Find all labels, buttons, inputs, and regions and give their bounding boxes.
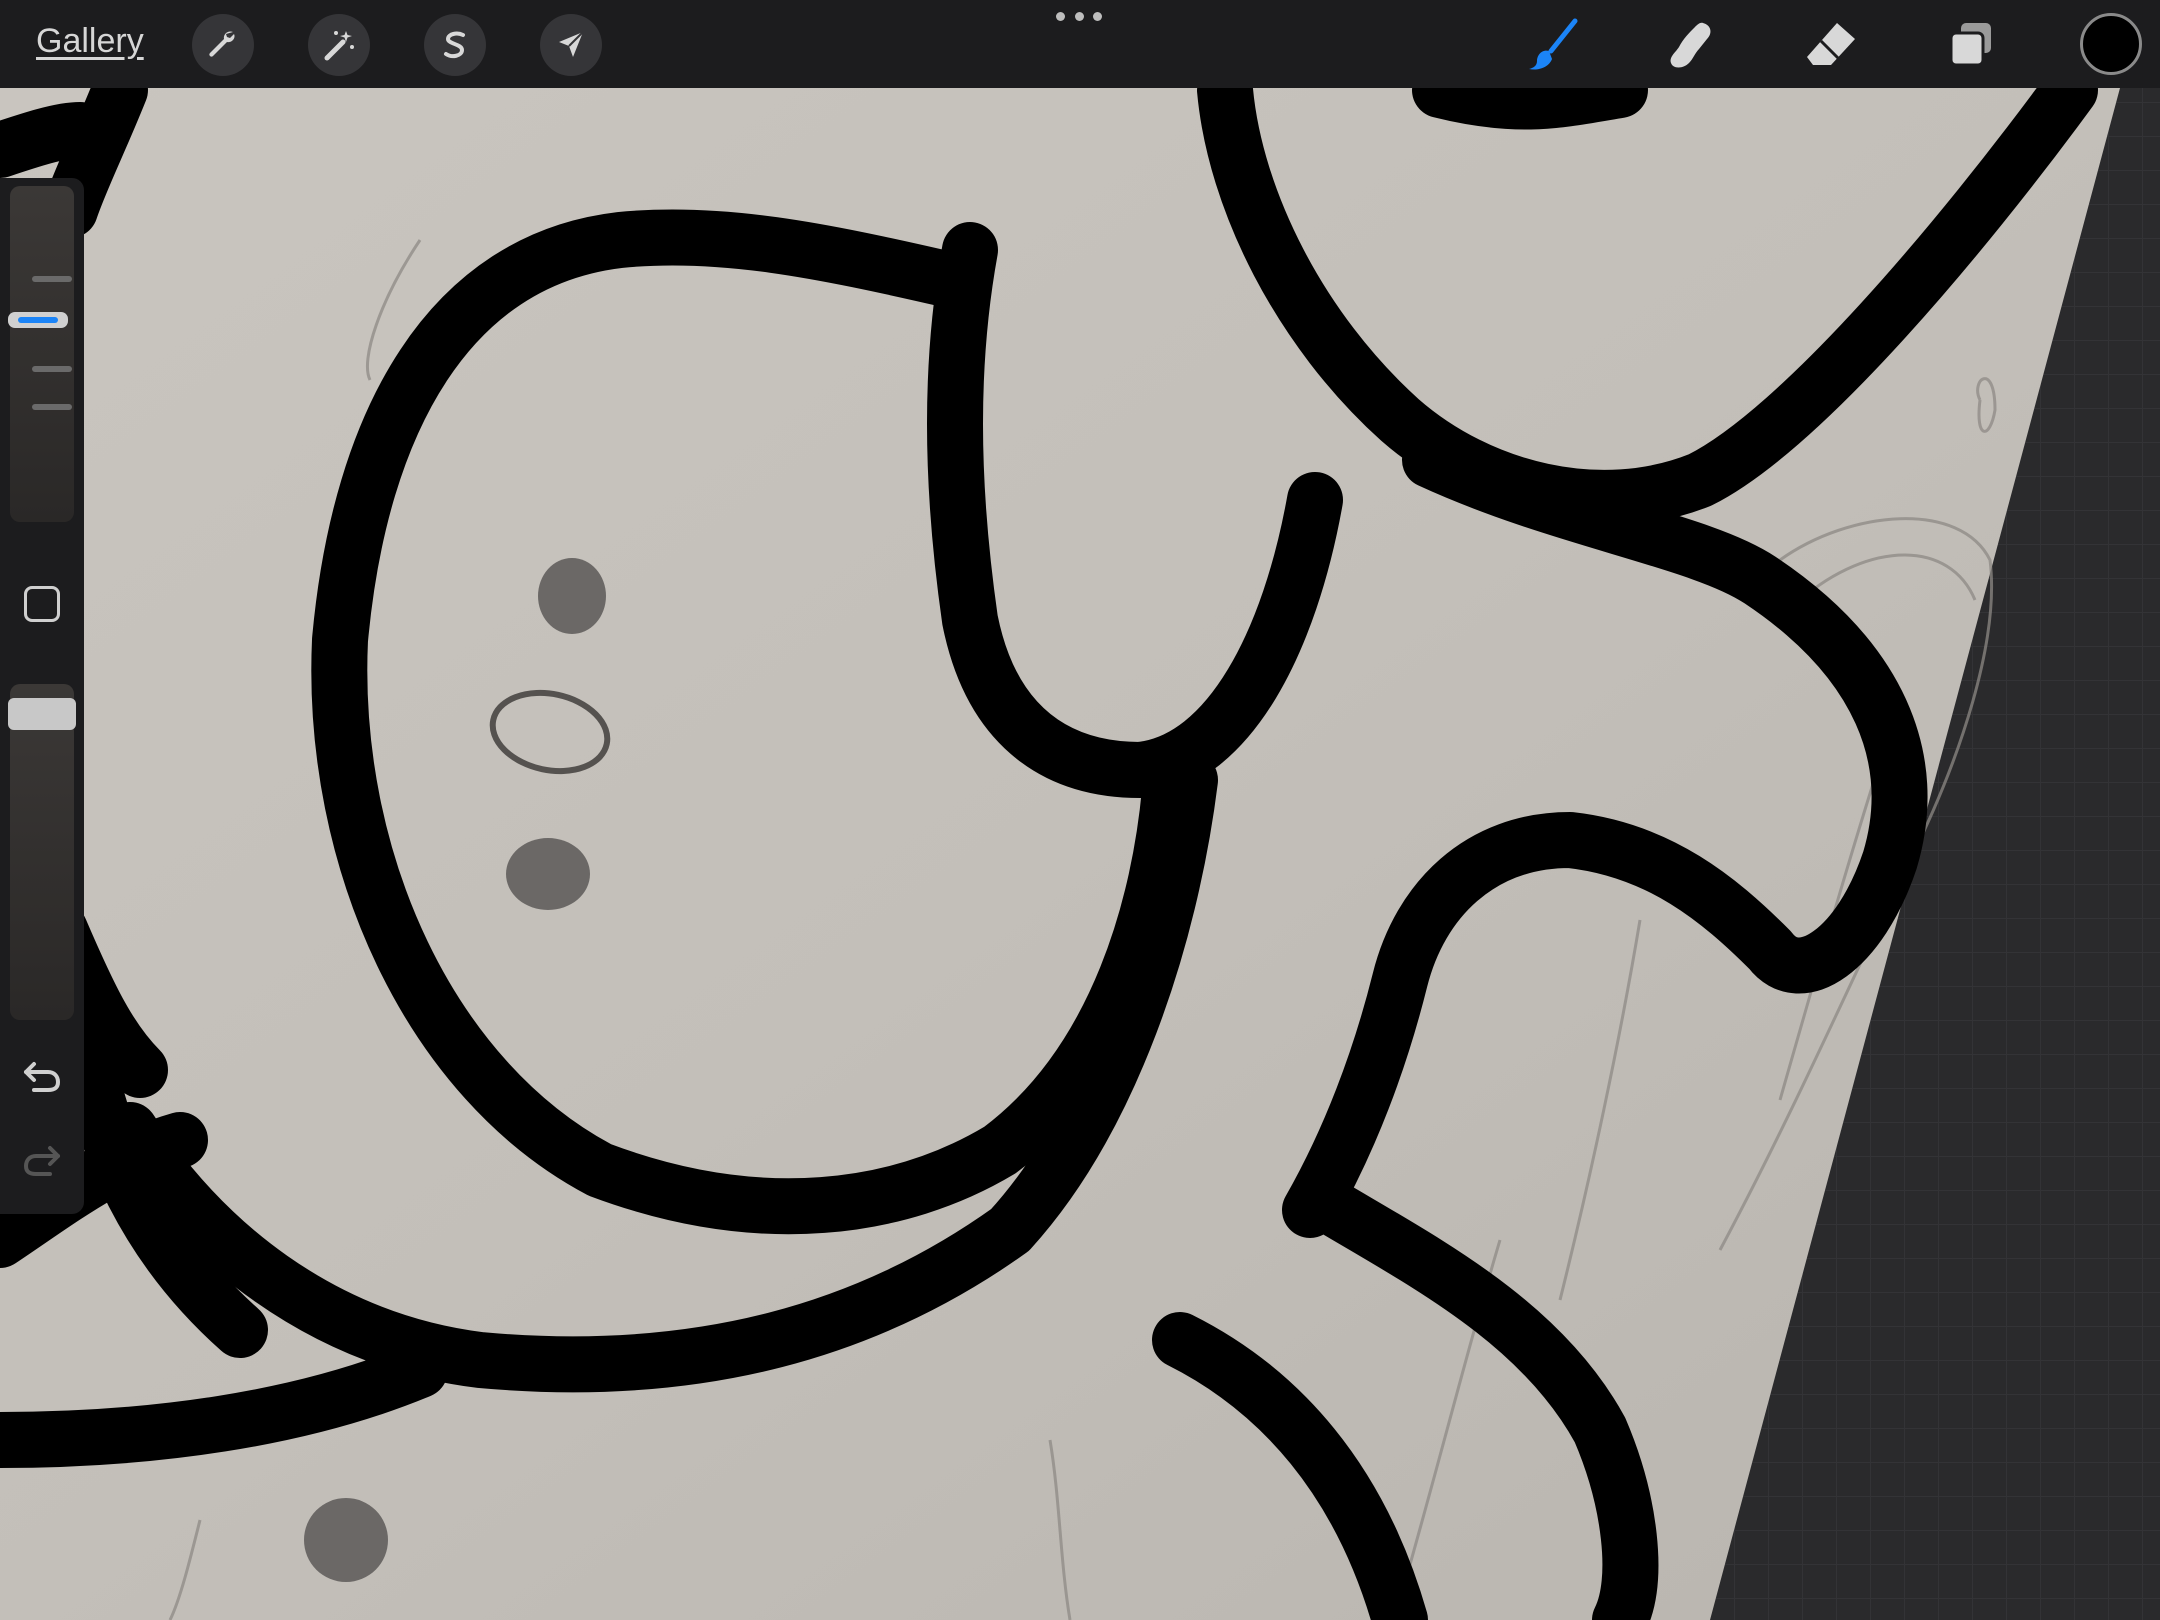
slider-tick (32, 366, 72, 372)
layers-button[interactable] (1938, 14, 2004, 76)
brush-size-slider[interactable] (8, 186, 74, 522)
slider-tick (32, 276, 72, 282)
transform-button[interactable] (540, 14, 602, 76)
brush-tool-button[interactable] (1520, 14, 1586, 76)
modify-button[interactable] (24, 586, 60, 622)
undo-arrow-icon (24, 1062, 61, 1092)
opacity-slider[interactable] (10, 684, 74, 1020)
adjustments-button[interactable] (308, 14, 370, 76)
brush-icon (1529, 18, 1578, 70)
drawing-canvas[interactable] (0, 0, 2160, 1620)
eraser-icon (1807, 23, 1855, 65)
eraser-tool-button[interactable] (1798, 14, 1864, 76)
arrow-cursor-icon (559, 31, 584, 57)
layers-icon (1949, 23, 1991, 67)
redo-arrow-icon (23, 1146, 60, 1176)
selection-button[interactable] (424, 14, 486, 76)
wrench-icon (209, 31, 235, 57)
undo-button[interactable] (20, 1054, 64, 1098)
ellipsis-icon (1056, 12, 1065, 21)
redo-button[interactable] (20, 1138, 64, 1182)
top-toolbar: Gallery (0, 0, 2160, 88)
magic-wand-icon (324, 31, 354, 61)
slider-tick (32, 404, 72, 410)
gallery-button[interactable]: Gallery (36, 22, 144, 61)
selection-s-icon (444, 31, 465, 59)
more-options-button[interactable] (1056, 12, 1102, 26)
smudge-finger-icon (1670, 22, 1711, 68)
actions-button[interactable] (192, 14, 254, 76)
left-sidebar (0, 178, 84, 1214)
opacity-handle[interactable] (8, 698, 76, 730)
brush-size-handle[interactable] (8, 312, 68, 328)
smudge-tool-button[interactable] (1658, 14, 1724, 76)
color-picker-button[interactable] (2080, 13, 2142, 75)
